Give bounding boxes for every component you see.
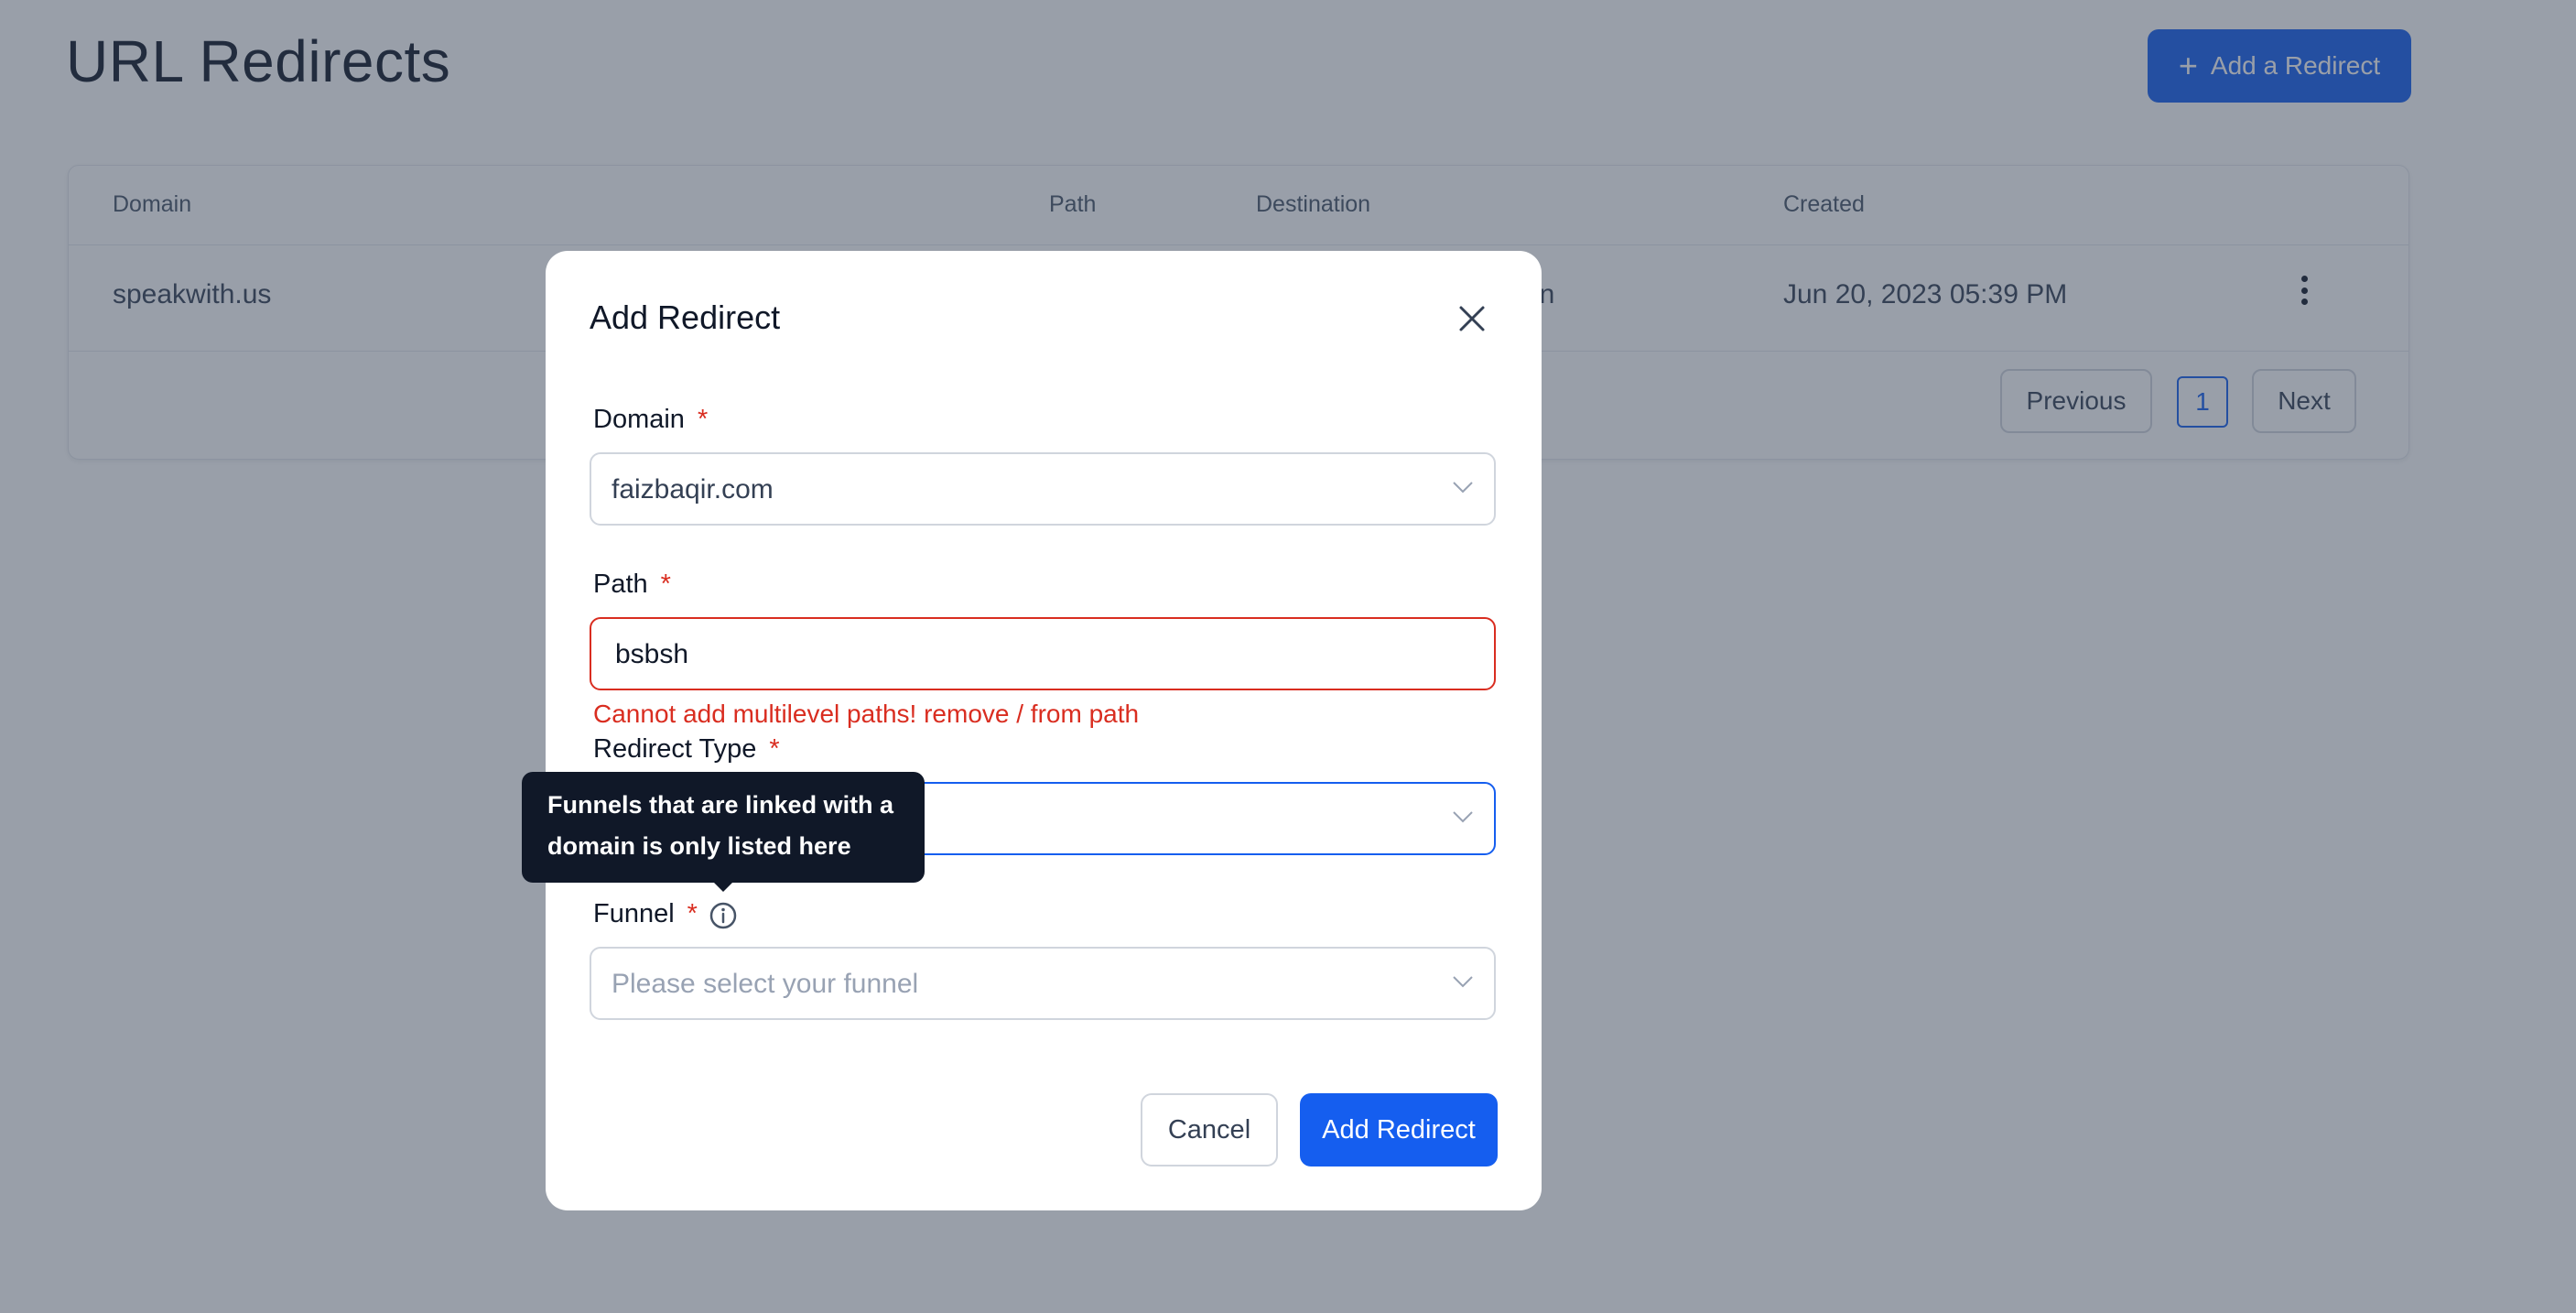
- chevron-down-icon: [1453, 811, 1473, 823]
- funnel-label-text: Funnel: [593, 899, 675, 928]
- funnel-info-tooltip: Funnels that are linked with a domain is…: [522, 772, 925, 883]
- funnel-label: Funnel *: [593, 899, 698, 929]
- path-input-wrapper: [590, 617, 1496, 690]
- required-mark: *: [660, 570, 671, 599]
- required-mark: *: [687, 899, 698, 928]
- path-label: Path *: [593, 570, 671, 600]
- modal-title: Add Redirect: [590, 298, 781, 336]
- tooltip-arrow: [712, 881, 734, 892]
- add-redirect-submit-button[interactable]: Add Redirect: [1300, 1093, 1498, 1167]
- chevron-down-icon: [1453, 976, 1473, 988]
- chevron-down-icon: [1453, 482, 1473, 494]
- close-icon[interactable]: [1452, 298, 1492, 339]
- domain-select-value: faizbaqir.com: [612, 474, 774, 505]
- path-label-text: Path: [593, 570, 648, 599]
- required-mark: *: [769, 734, 780, 764]
- domain-label-text: Domain: [593, 405, 685, 434]
- add-redirect-modal: Add Redirect Domain * faizbaqir.com Path *…: [546, 251, 1542, 1210]
- required-mark: *: [697, 405, 709, 434]
- funnel-select-placeholder: Please select your funnel: [612, 969, 919, 999]
- info-icon[interactable]: [709, 901, 738, 930]
- redirect-type-label: Redirect Type *: [593, 734, 780, 765]
- domain-label: Domain *: [593, 405, 708, 435]
- cancel-button[interactable]: Cancel: [1141, 1093, 1278, 1167]
- path-input[interactable]: [613, 635, 1441, 674]
- path-error-message: Cannot add multilevel paths! remove / fr…: [593, 700, 1140, 728]
- redirect-type-label-text: Redirect Type: [593, 734, 757, 764]
- domain-select[interactable]: faizbaqir.com: [590, 452, 1496, 526]
- funnel-select[interactable]: Please select your funnel: [590, 947, 1496, 1020]
